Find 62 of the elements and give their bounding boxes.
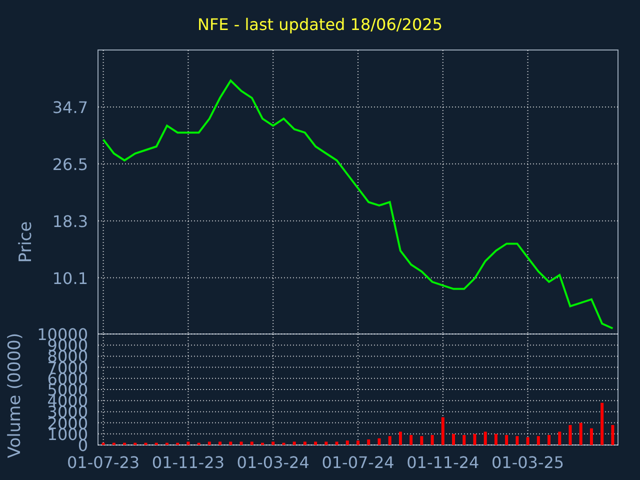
volume-bar — [229, 442, 232, 445]
volume-bar — [388, 436, 392, 445]
volume-bar — [165, 442, 168, 445]
volume-bar — [335, 442, 338, 445]
volume-bar — [420, 436, 424, 445]
volume-bar — [378, 438, 381, 445]
volume-bar — [272, 442, 275, 445]
volume-bar — [516, 436, 519, 445]
volume-bar — [579, 422, 582, 445]
volume-bar — [548, 435, 551, 445]
volume-bar — [303, 442, 306, 445]
volume-bar — [123, 442, 126, 445]
volume-bar — [346, 440, 349, 445]
volume-bar — [250, 442, 254, 445]
volume-bar — [314, 442, 318, 445]
volume-bar — [102, 442, 105, 445]
y-axis-label: Volume (0000) — [5, 332, 25, 458]
volume-bar — [356, 440, 360, 445]
y-tick-label: 34.7 — [52, 98, 88, 117]
volume-bar — [558, 432, 562, 445]
volume-bar — [536, 436, 540, 445]
volume-bar — [134, 442, 137, 445]
volume-bar — [462, 435, 466, 445]
volume-bar — [526, 437, 530, 445]
volume-bar — [473, 434, 476, 445]
volume-bar — [611, 425, 614, 445]
volume-bar — [197, 442, 200, 445]
y-tick-label: 26.5 — [52, 154, 88, 174]
volume-bar — [324, 442, 328, 445]
volume-bar — [484, 432, 487, 445]
volume-bar — [282, 442, 286, 445]
volume-bar — [208, 442, 211, 445]
volume-bar — [568, 425, 572, 445]
x-tick-label: 01-03-24 — [236, 453, 310, 472]
volume-bar — [452, 434, 455, 445]
volume-bar — [154, 442, 158, 445]
volume-bar — [218, 442, 222, 445]
volume-bar — [505, 435, 508, 445]
x-tick-label: 01-07-24 — [322, 453, 394, 472]
x-tick-label: 01-11-24 — [406, 453, 480, 472]
volume-bar — [261, 442, 264, 445]
volume-bar — [441, 417, 444, 445]
volume-bar — [292, 442, 296, 445]
y-tick-label: 18.3 — [52, 212, 88, 231]
volume-bar — [144, 442, 148, 445]
y-tick-label: 10.1 — [52, 268, 88, 288]
volume-bar — [410, 435, 413, 445]
volume-bar — [590, 428, 593, 445]
volume-bar — [112, 442, 116, 445]
volume-bar — [176, 442, 180, 445]
x-tick-label: 01-11-23 — [152, 453, 225, 472]
chart-title: NFE - last updated 18/06/2025 — [197, 14, 442, 36]
volume-bar — [430, 435, 434, 445]
y-axis-label: Price — [16, 221, 36, 263]
volume-bar — [494, 434, 498, 445]
volume-bar — [240, 442, 243, 445]
x-tick-label: 01-03-25 — [491, 453, 564, 472]
volume-bar — [600, 402, 604, 445]
volume-bar — [186, 442, 190, 445]
x-tick-label: 01-07-23 — [67, 453, 140, 472]
volume-bar — [398, 432, 402, 445]
volume-bar — [367, 439, 370, 445]
